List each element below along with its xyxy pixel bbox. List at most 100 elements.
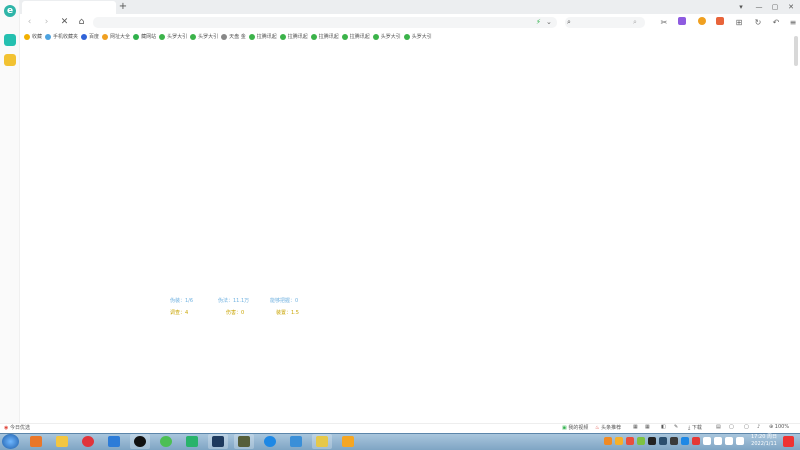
site-icon: [248, 33, 255, 40]
status-icon[interactable]: ◧: [661, 424, 666, 430]
sidebar-favorites-icon[interactable]: [4, 54, 16, 66]
taskbar-app[interactable]: [78, 434, 98, 449]
taskbar-app[interactable]: [156, 434, 176, 449]
speaker-icon[interactable]: ♪: [757, 424, 760, 430]
shirt-skin-icon[interactable]: ▾: [735, 2, 747, 12]
browser-logo-icon[interactable]: e: [4, 5, 16, 17]
tray-icon[interactable]: [604, 437, 612, 445]
status-icon[interactable]: ▢: [729, 424, 734, 430]
taskbar-app[interactable]: [182, 434, 202, 449]
tray-icon[interactable]: [692, 437, 700, 445]
play-icon: [186, 436, 198, 447]
tray-icon[interactable]: [626, 437, 634, 445]
status-icon[interactable]: ▤: [716, 424, 721, 430]
taskbar-app[interactable]: [104, 434, 124, 449]
taskbar-app[interactable]: [208, 434, 228, 449]
search-box[interactable]: ⌕ ⌕: [565, 17, 645, 28]
notification-icon[interactable]: [783, 436, 794, 447]
sidebar-app-icon[interactable]: [4, 34, 16, 46]
user-icon[interactable]: [698, 17, 706, 25]
taskbar-app[interactable]: [286, 434, 306, 449]
bookmark-item[interactable]: 拉腾讯起: [279, 33, 308, 40]
bookmark-item[interactable]: 手机收藏夹: [45, 33, 78, 40]
steam-icon[interactable]: [659, 437, 667, 445]
site-icon: [279, 33, 286, 40]
scissors-icon[interactable]: ✂: [658, 17, 670, 28]
bookmark-item[interactable]: 百度: [81, 33, 99, 40]
bookmark-item[interactable]: 头罗大引: [403, 33, 432, 40]
search-engine-icon[interactable]: ⌕: [567, 18, 571, 27]
site-icon: [403, 33, 410, 40]
forward-button[interactable]: ›: [41, 17, 52, 28]
taskbar-clock[interactable]: 17:20 周日 2022/1/11: [749, 434, 779, 449]
address-bar[interactable]: ⚡ ⌄: [93, 17, 557, 28]
status-icon[interactable]: ▦: [645, 424, 650, 430]
bookmark-item[interactable]: 头罗大引: [372, 33, 401, 40]
tray-icon[interactable]: [637, 437, 645, 445]
bookmark-item[interactable]: 天盘 金: [221, 33, 246, 40]
network-icon[interactable]: [714, 437, 722, 445]
bookmark-item[interactable]: 藏网站: [133, 33, 156, 40]
site-icon: [159, 33, 166, 40]
game-icon[interactable]: [716, 17, 724, 25]
taskbar-app[interactable]: [312, 434, 332, 449]
search-icon[interactable]: ⌕: [633, 18, 637, 27]
bookmark-item[interactable]: 头罗大引: [190, 33, 218, 40]
game-icon: [238, 436, 250, 447]
maximize-icon[interactable]: ▢: [769, 2, 781, 12]
today-picks-link[interactable]: ◉ 今日优选: [4, 424, 30, 431]
bookmark-item[interactable]: 收藏: [24, 33, 42, 40]
stat-text: 伪装：1/6: [170, 298, 194, 304]
app-icon: [290, 436, 302, 447]
zoom-level[interactable]: ⊕ 100%: [769, 424, 789, 430]
tray-icon[interactable]: [681, 437, 689, 445]
baidu-icon: [81, 33, 88, 40]
bookmark-item[interactable]: 拉腾讯起: [310, 33, 339, 40]
stop-button[interactable]: ✕: [59, 17, 70, 28]
taskbar-app[interactable]: [130, 434, 150, 449]
video-icon: ▣: [562, 425, 567, 431]
tray-icon[interactable]: [615, 437, 623, 445]
apps-grid-icon[interactable]: ⊞: [733, 17, 745, 28]
extension-icon[interactable]: [678, 17, 686, 25]
scrollbar-thumb[interactable]: [794, 36, 798, 66]
stat-text: 装置：1.5: [276, 310, 299, 316]
status-icon[interactable]: ▦: [633, 424, 638, 430]
chevron-down-icon[interactable]: ⌄: [546, 18, 552, 26]
zoom-icon: ⊕: [769, 424, 774, 430]
taskbar-app[interactable]: [26, 434, 46, 449]
tray-icon[interactable]: [703, 437, 711, 445]
close-icon[interactable]: ✕: [785, 2, 797, 12]
taskbar-app[interactable]: [338, 434, 358, 449]
my-video-link[interactable]: ▣ 我的视频: [562, 424, 588, 431]
taskbar-app[interactable]: [260, 434, 280, 449]
new-tab-button[interactable]: +: [118, 1, 128, 13]
status-icon[interactable]: ▢: [744, 424, 749, 430]
bookmark-item[interactable]: 头罗大引: [159, 33, 187, 40]
home-button[interactable]: ⌂: [76, 17, 87, 28]
tray-icon[interactable]: [670, 437, 678, 445]
bookmarks-bar: 收藏 手机收藏夹 百度 网址大全 藏网站 头罗大引 头罗大引 天盘 金 拉腾讯起…: [20, 31, 800, 42]
taskbar-app[interactable]: [52, 434, 72, 449]
bookmark-item[interactable]: 拉腾讯起: [248, 33, 277, 40]
tab-current[interactable]: [22, 1, 116, 14]
headline-link[interactable]: ♨ 头条推荐: [595, 424, 621, 431]
app-icon: [264, 436, 276, 447]
undo-icon[interactable]: ↶: [770, 17, 782, 28]
back-button[interactable]: ‹: [24, 17, 35, 28]
bookmark-item[interactable]: 网址大全: [102, 33, 130, 40]
volume-icon[interactable]: [725, 437, 733, 445]
minimize-icon[interactable]: —: [753, 2, 765, 12]
start-button-icon[interactable]: [2, 434, 19, 449]
taskbar-app[interactable]: [234, 434, 254, 449]
tray-icon[interactable]: [648, 437, 656, 445]
menu-icon[interactable]: ≡: [787, 17, 799, 28]
stat-text: 能够把握：0: [270, 298, 299, 304]
status-icon[interactable]: ✎: [674, 424, 678, 430]
tray-icon[interactable]: [736, 437, 744, 445]
lightning-icon[interactable]: ⚡: [536, 18, 541, 26]
download-link[interactable]: ⤓ 下载: [688, 424, 702, 431]
stat-text: 调查：4: [170, 310, 189, 316]
bookmark-item[interactable]: 拉腾讯起: [341, 33, 370, 40]
refresh-icon[interactable]: ↻: [752, 17, 764, 28]
